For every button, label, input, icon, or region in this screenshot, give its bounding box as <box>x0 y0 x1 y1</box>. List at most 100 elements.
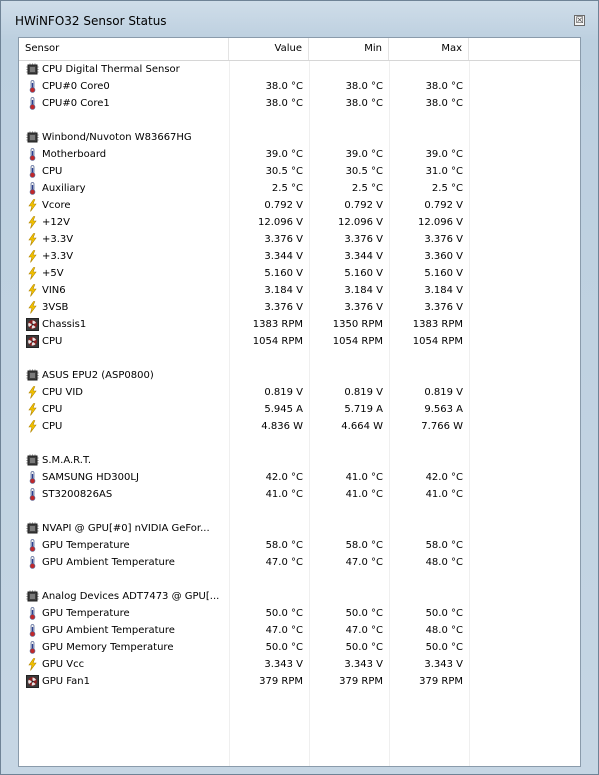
sensor-max: 0.792 V <box>424 200 463 211</box>
column-header-max[interactable]: Max <box>389 38 469 60</box>
group-name: S.M.A.R.T. <box>42 455 92 466</box>
sensor-row[interactable]: GPU Fan1 379 RPM 379 RPM 379 RPM <box>19 673 580 690</box>
sensor-row[interactable]: +3.3V 3.376 V 3.376 V 3.376 V <box>19 231 580 248</box>
sensor-min: 50.0 °C <box>345 642 383 653</box>
sensor-max: 7.766 W <box>421 421 463 432</box>
sensor-row[interactable]: Auxiliary 2.5 °C 2.5 °C 2.5 °C <box>19 180 580 197</box>
lightning-icon <box>26 284 39 297</box>
sensor-max: 31.0 °C <box>425 166 463 177</box>
sensor-value: 3.376 V <box>264 234 303 245</box>
sensor-value: 47.0 °C <box>265 625 303 636</box>
lightning-icon <box>26 233 39 246</box>
sensor-row[interactable]: Motherboard 39.0 °C 39.0 °C 39.0 °C <box>19 146 580 163</box>
sensor-min: 38.0 °C <box>345 98 383 109</box>
fan-icon <box>26 675 39 688</box>
sensor-min: 3.376 V <box>344 234 383 245</box>
close-button[interactable]: ☒ <box>574 15 585 26</box>
fan-icon <box>26 318 39 331</box>
sensor-max: 42.0 °C <box>425 472 463 483</box>
sensor-row[interactable]: ST3200826AS 41.0 °C 41.0 °C 41.0 °C <box>19 486 580 503</box>
sensor-max: 3.343 V <box>424 659 463 670</box>
sensor-row[interactable]: CPU 1054 RPM 1054 RPM 1054 RPM <box>19 333 580 350</box>
thermometer-icon <box>26 488 39 501</box>
sensor-value: 1054 RPM <box>252 336 303 347</box>
sensor-row[interactable]: Vcore 0.792 V 0.792 V 0.792 V <box>19 197 580 214</box>
sensor-row[interactable]: CPU 5.945 A 5.719 A 9.563 A <box>19 401 580 418</box>
group-name: ASUS EPU2 (ASP0800) <box>42 370 154 381</box>
lightning-icon <box>26 250 39 263</box>
sensor-name: +5V <box>42 268 64 279</box>
lightning-icon <box>26 658 39 671</box>
sensor-name: +12V <box>42 217 70 228</box>
sensor-row[interactable]: CPU 4.836 W 4.664 W 7.766 W <box>19 418 580 435</box>
sensor-row[interactable]: GPU Memory Temperature 50.0 °C 50.0 °C 50.0… <box>19 639 580 656</box>
sensor-name: 3VSB <box>42 302 69 313</box>
sensor-status-window: HWiNFO32 Sensor Status ☒ Sensor Value Mi… <box>0 0 599 775</box>
sensor-min: 0.792 V <box>344 200 383 211</box>
sensor-group-row[interactable]: S.M.A.R.T. <box>19 452 580 469</box>
sensor-value: 38.0 °C <box>265 81 303 92</box>
chip-icon <box>26 590 39 603</box>
column-header-sensor[interactable]: Sensor <box>19 38 229 60</box>
sensor-row[interactable]: GPU Temperature 50.0 °C 50.0 °C 50.0 °C <box>19 605 580 622</box>
sensor-row[interactable]: +3.3V 3.344 V 3.344 V 3.360 V <box>19 248 580 265</box>
sensor-name: CPU <box>42 421 63 432</box>
sensor-max: 50.0 °C <box>425 608 463 619</box>
column-header-min[interactable]: Min <box>309 38 389 60</box>
group-name: NVAPI @ GPU[#0] nVIDIA GeFor... <box>42 523 210 534</box>
sensor-row[interactable]: VIN6 3.184 V 3.184 V 3.184 V <box>19 282 580 299</box>
sensor-name: VIN6 <box>42 285 66 296</box>
sensor-row[interactable]: GPU Temperature 58.0 °C 58.0 °C 58.0 °C <box>19 537 580 554</box>
thermometer-icon <box>26 148 39 161</box>
sensor-value: 379 RPM <box>259 676 303 687</box>
sensor-group-row[interactable]: NVAPI @ GPU[#0] nVIDIA GeFor... <box>19 520 580 537</box>
column-header-value[interactable]: Value <box>229 38 309 60</box>
sensor-max: 3.376 V <box>424 302 463 313</box>
sensor-group-row[interactable]: CPU Digital Thermal Sensor <box>19 61 580 78</box>
sensor-row[interactable]: GPU Ambient Temperature 47.0 °C 47.0 °C 48.… <box>19 554 580 571</box>
sensor-group-row[interactable]: Winbond/Nuvoton W83667HG <box>19 129 580 146</box>
sensor-min: 3.376 V <box>344 302 383 313</box>
sensor-row[interactable]: GPU Vcc 3.343 V 3.343 V 3.343 V <box>19 656 580 673</box>
lightning-icon <box>26 420 39 433</box>
sensor-name: GPU Ambient Temperature <box>42 557 175 568</box>
group-name: CPU Digital Thermal Sensor <box>42 64 180 75</box>
sensor-row[interactable]: CPU VID 0.819 V 0.819 V 0.819 V <box>19 384 580 401</box>
sensor-min: 3.184 V <box>344 285 383 296</box>
sensor-row[interactable]: +12V 12.096 V 12.096 V 12.096 V <box>19 214 580 231</box>
sensor-value: 38.0 °C <box>265 98 303 109</box>
spacer-row <box>19 112 580 129</box>
sensor-min: 1350 RPM <box>332 319 383 330</box>
title-bar[interactable]: HWiNFO32 Sensor Status ☒ <box>1 1 598 35</box>
sensor-table: Sensor Value Min Max CPU Digital Thermal… <box>18 37 581 767</box>
sensor-row[interactable]: 3VSB 3.376 V 3.376 V 3.376 V <box>19 299 580 316</box>
thermometer-icon <box>26 556 39 569</box>
sensor-value: 39.0 °C <box>265 149 303 160</box>
sensor-max: 5.160 V <box>424 268 463 279</box>
thermometer-icon <box>26 97 39 110</box>
sensor-value: 2.5 °C <box>271 183 303 194</box>
sensor-max: 3.184 V <box>424 285 463 296</box>
sensor-name: +3.3V <box>42 234 74 245</box>
sensor-row[interactable]: CPU 30.5 °C 30.5 °C 31.0 °C <box>19 163 580 180</box>
chip-icon <box>26 63 39 76</box>
sensor-row[interactable]: Chassis1 1383 RPM 1350 RPM 1383 RPM <box>19 316 580 333</box>
sensor-row[interactable]: SAMSUNG HD300LJ 42.0 °C 41.0 °C 42.0 °C <box>19 469 580 486</box>
sensor-value: 0.792 V <box>264 200 303 211</box>
sensor-value: 1383 RPM <box>252 319 303 330</box>
sensor-row[interactable]: CPU#0 Core1 38.0 °C 38.0 °C 38.0 °C <box>19 95 580 112</box>
sensor-name: GPU Memory Temperature <box>42 642 174 653</box>
sensor-row[interactable]: GPU Ambient Temperature 47.0 °C 47.0 °C 48.… <box>19 622 580 639</box>
sensor-min: 379 RPM <box>339 676 383 687</box>
chip-icon <box>26 369 39 382</box>
sensor-value: 50.0 °C <box>265 608 303 619</box>
chip-icon <box>26 131 39 144</box>
sensor-group-row[interactable]: ASUS EPU2 (ASP0800) <box>19 367 580 384</box>
thermometer-icon <box>26 539 39 552</box>
sensor-min: 12.096 V <box>337 217 383 228</box>
sensor-row[interactable]: +5V 5.160 V 5.160 V 5.160 V <box>19 265 580 282</box>
sensor-group-row[interactable]: Analog Devices ADT7473 @ GPU[... <box>19 588 580 605</box>
lightning-icon <box>26 403 39 416</box>
sensor-row[interactable]: CPU#0 Core0 38.0 °C 38.0 °C 38.0 °C <box>19 78 580 95</box>
sensor-name: +3.3V <box>42 251 74 262</box>
